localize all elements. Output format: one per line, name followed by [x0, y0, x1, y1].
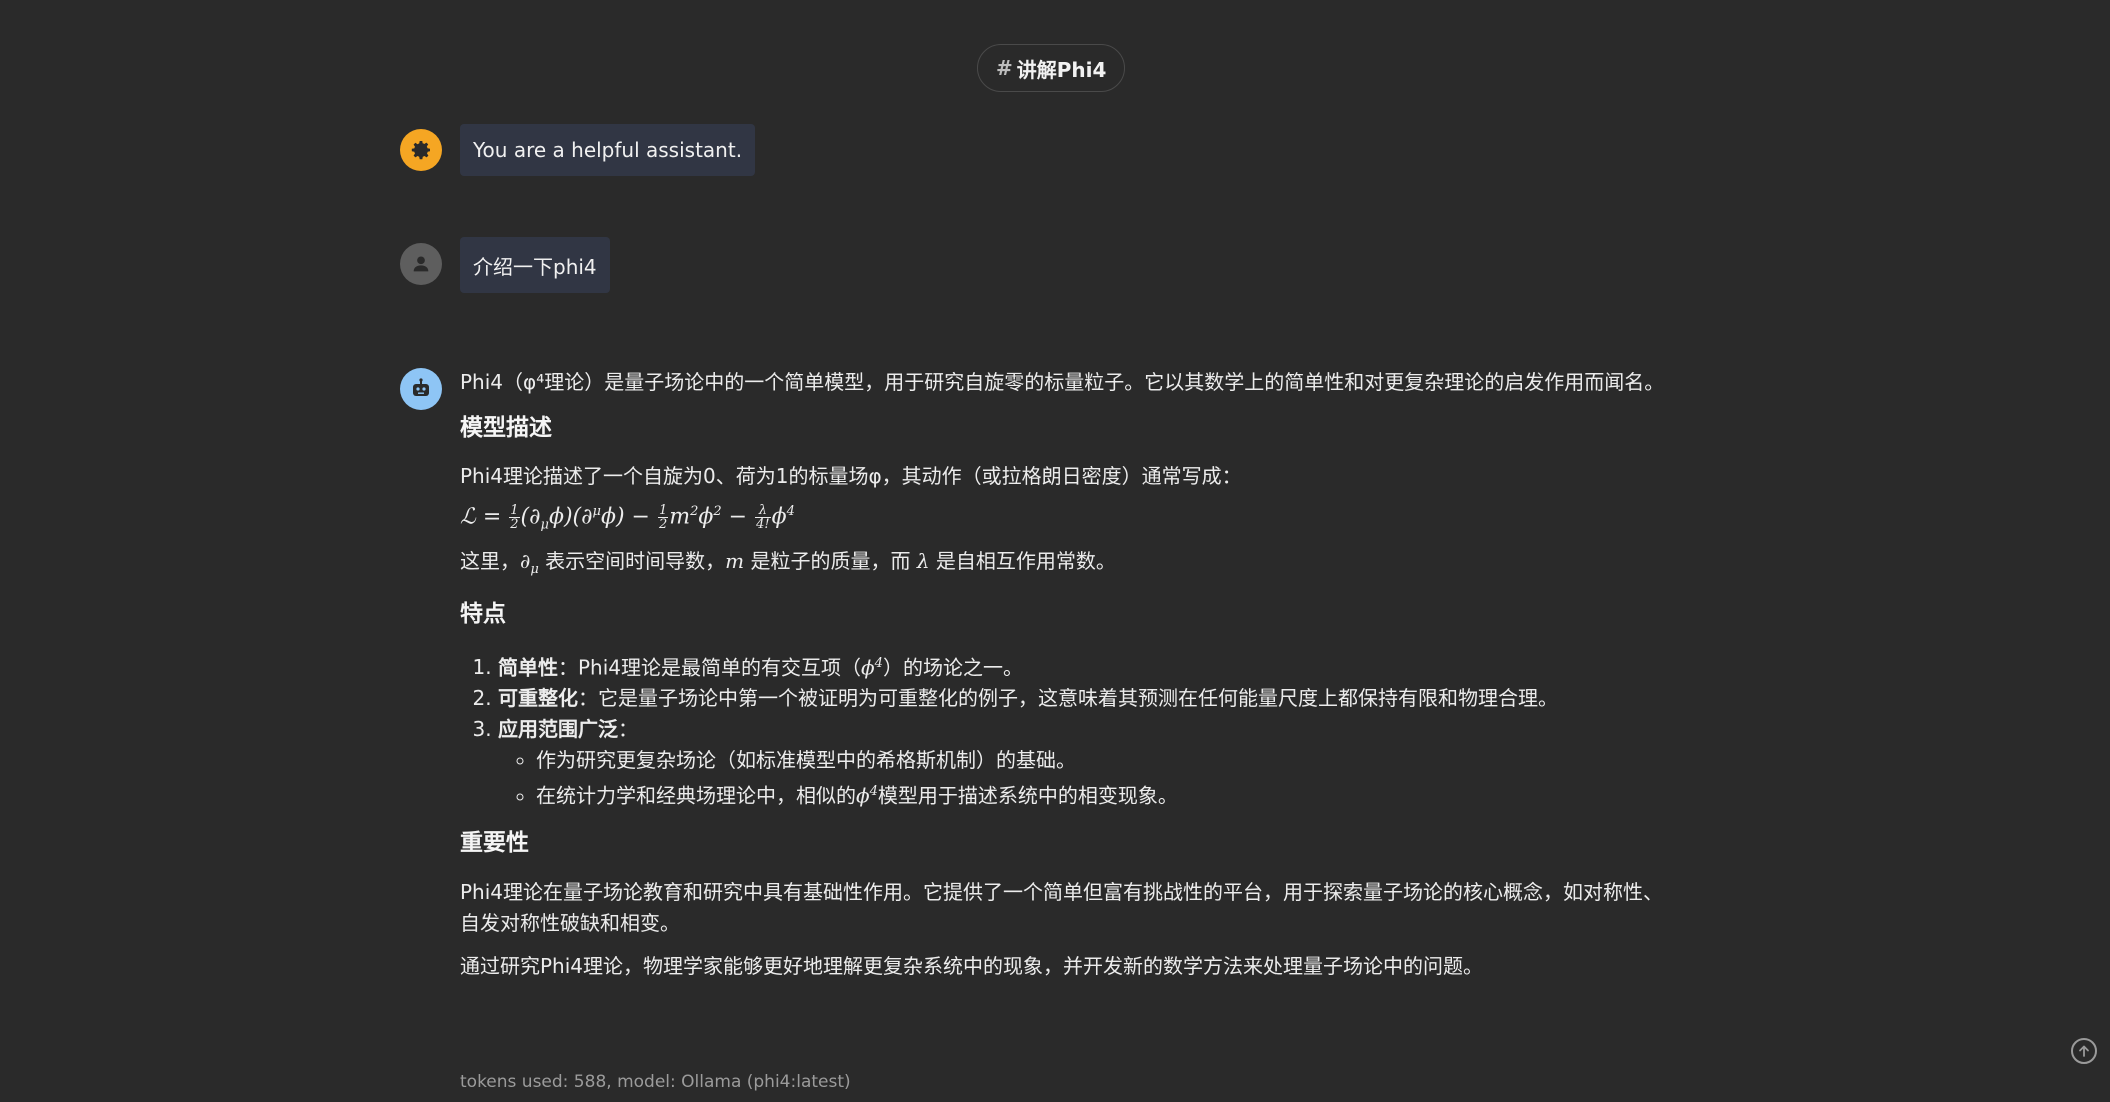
fraction-half: 12	[509, 502, 520, 532]
fraction-lambda: λ 4!	[755, 504, 771, 531]
user-message-bubble[interactable]: 介绍一下phi4	[460, 237, 610, 293]
robot-icon	[400, 368, 442, 410]
list-item: 可重整化：它是量子场论中第一个被证明为可重整化的例子，这意味着其预测在任何能量尺…	[498, 683, 1670, 714]
fraction-den: 4!	[756, 516, 770, 532]
list-item-bold: 应用范围广泛	[498, 717, 618, 742]
explain-text: 这里，	[460, 548, 520, 573]
explain-math-sub: μ	[530, 561, 539, 577]
list-item-text: 在统计力学和经典场理论中，相似的	[536, 784, 856, 809]
formula-part: ϕ	[771, 504, 787, 530]
list-item-text: 模型用于描述系统中的相变现象。	[877, 784, 1178, 809]
formula-lhs: ℒ =	[460, 504, 509, 530]
token-usage-info: tokens used: 588, model: Ollama (phi4:la…	[460, 1072, 851, 1092]
explain-math: ∂	[520, 548, 531, 573]
list-item-text: ：	[618, 717, 638, 742]
sub-list: 作为研究更复杂场论（如标准模型中的希格斯机制）的基础。 在统计力学和经典场理论中…	[498, 745, 1670, 812]
list-item-text: ：它是量子场论中第一个被证明为可重整化的例子，这意味着其预测在任何能量尺度上都保…	[578, 686, 1558, 711]
gear-icon	[400, 129, 442, 171]
model-description-paragraph: Phi4理论描述了一个自旋为0、荷为1的标量场φ，其动作（或拉格朗日密度）通常写…	[460, 464, 1242, 488]
user-message: 介绍一下phi4	[400, 237, 1670, 293]
formula-sup: μ	[592, 504, 601, 519]
assistant-message-content: Phi4（φ⁴理论）是量子场论中的一个简单模型，用于研究自旋零的标量粒子。它以其…	[460, 367, 1670, 982]
list-item: 应用范围广泛： 作为研究更复杂场论（如标准模型中的希格斯机制）的基础。 在统计力…	[498, 714, 1670, 812]
fraction-num: λ	[755, 504, 771, 518]
explain-math: λ	[916, 548, 930, 573]
list-item-math: ϕ	[861, 655, 875, 680]
person-icon	[400, 243, 442, 285]
formula-part: m	[669, 504, 691, 530]
explain-text: 是自相互作用常数。	[929, 548, 1116, 573]
list-item: 在统计力学和经典场理论中，相似的ϕ4模型用于描述系统中的相变现象。	[536, 776, 1670, 812]
fraction-den: 2	[510, 516, 519, 532]
formula-explanation: 这里，∂μ 表示空间时间导数，m 是粒子的质量，而 λ 是自相互作用常数。	[460, 546, 1670, 585]
system-message: You are a helpful assistant.	[400, 124, 1670, 176]
importance-paragraph: Phi4理论在量子场论教育和研究中具有基础性作用。它提供了一个简单但富有挑战性的…	[460, 880, 1664, 936]
system-prompt-bubble[interactable]: You are a helpful assistant.	[460, 124, 756, 176]
formula-part: (∂	[520, 504, 541, 530]
chat-page: # 讲解Phi4 You are a helpful assistant. 介绍…	[0, 0, 2110, 1102]
fraction-num: 1	[657, 502, 669, 518]
list-item-text: ）的场论之一。	[882, 655, 1023, 680]
hash-icon: #	[996, 56, 1013, 80]
fraction-num: 1	[509, 502, 520, 518]
fraction-half: 12	[657, 502, 669, 532]
formula-part: ϕ)(∂	[548, 504, 593, 530]
explain-math: m	[725, 548, 745, 573]
lagrangian-formula: ℒ = 1 2 (∂μϕ)(∂μϕ) − 1 2 m2ϕ2 − λ 4! ϕ4	[460, 492, 1670, 546]
formula-sup: 4	[786, 504, 795, 519]
list-item-bold: 可重整化	[498, 686, 578, 711]
section-heading: 模型描述	[460, 415, 552, 441]
explain-text: 是粒子的质量，而	[744, 548, 917, 573]
formula-sub: μ	[540, 517, 549, 533]
list-item-math: ϕ	[856, 784, 870, 809]
intro-paragraph: Phi4（φ⁴理论）是量子场论中的一个简单模型，用于研究自旋零的标量粒子。它以其…	[460, 370, 1665, 394]
list-item-text: 作为研究更复杂场论（如标准模型中的希格斯机制）的基础。	[536, 748, 1076, 773]
list-item-bold: 简单性	[498, 655, 558, 680]
formula-part: −	[721, 504, 755, 530]
chat-title: 讲解Phi4	[1016, 57, 1107, 82]
list-item-sup: 4	[869, 784, 878, 800]
list-item: 作为研究更复杂场论（如标准模型中的希格斯机制）的基础。	[536, 745, 1670, 776]
section-heading: 特点	[460, 600, 506, 627]
list-item-text: ：Phi4理论是最简单的有交互项（	[558, 655, 862, 680]
explain-text: 表示空间时间导数，	[538, 548, 726, 573]
section-heading: 重要性	[460, 830, 529, 857]
scroll-to-top-button[interactable]	[2071, 1038, 2097, 1064]
arrow-up-icon	[2079, 1045, 2089, 1057]
formula-sup: 2	[713, 504, 722, 519]
features-list: 简单性：Phi4理论是最简单的有交互项（ϕ4）的场论之一。 可重整化：它是量子场…	[460, 648, 1670, 812]
fraction-den: 2	[658, 516, 668, 532]
assistant-message: Phi4（φ⁴理论）是量子场论中的一个简单模型，用于研究自旋零的标量粒子。它以其…	[400, 367, 1670, 1067]
list-item: 简单性：Phi4理论是最简单的有交互项（ϕ4）的场论之一。	[498, 648, 1670, 684]
chat-title-pill[interactable]: # 讲解Phi4	[977, 44, 1126, 92]
formula-part: ϕ) −	[600, 504, 657, 530]
formula-part: ϕ	[698, 504, 714, 530]
importance-paragraph-2: 通过研究Phi4理论，物理学家能够更好地理解更复杂系统中的现象，并开发新的数学方…	[460, 954, 1484, 979]
list-item-sup: 4	[874, 655, 883, 671]
